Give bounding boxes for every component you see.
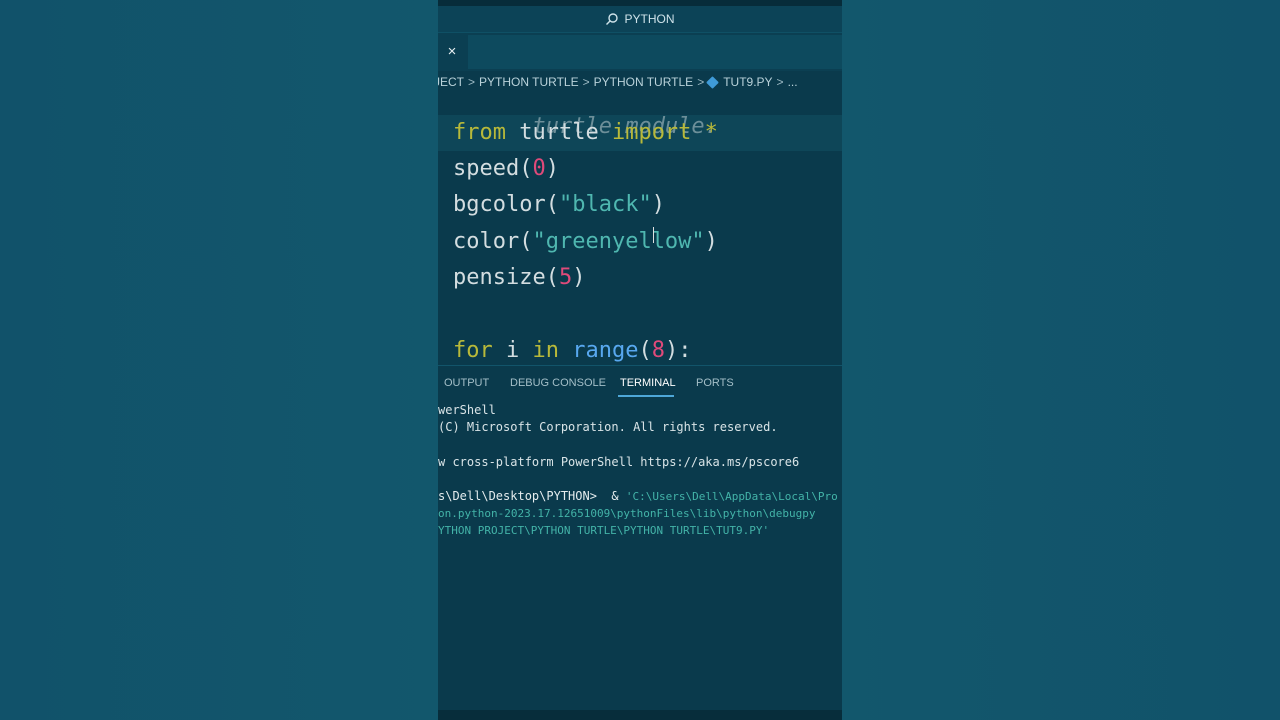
title-bar: PYTHON [438,6,842,33]
close-icon[interactable]: × [444,43,460,61]
terminal-command-continuation: YTHON PROJECT\PYTHON TURTLE\PYTHON TURTL… [438,524,770,537]
chevron-right-icon: > [582,75,590,89]
bottom-strip [438,710,842,720]
terminal-command-continuation: on.python-2023.17.12651009\pythonFiles\l… [438,507,816,520]
code-line-color: color("greenyellow") [453,229,718,254]
vscode-window: PYTHON × JECT > PYTHON TURTLE > PYTHON T… [438,0,842,720]
command-center-label: PYTHON [624,12,675,26]
tab-terminal[interactable]: TERMINAL [620,377,676,389]
code-editor[interactable]: turtle module. from turtle import * spee… [438,93,842,365]
code-line-pensize: pensize(5) [453,265,586,290]
breadcrumb-item-folder[interactable]: PYTHON TURTLE [479,75,579,89]
video-background-right [842,0,1280,720]
terminal-output[interactable]: werShell (C) Microsoft Corporation. All … [438,400,842,710]
tab-ports[interactable]: PORTS [696,377,734,389]
code-line-for: for i in range(8): [453,338,692,363]
code-line-comment: turtle module. [532,114,718,139]
tab-output[interactable]: OUTPUT [444,377,489,389]
code-line-import: from turtle import * [453,120,718,145]
breadcrumb-item-project[interactable]: JECT [438,75,464,89]
python-file-icon [706,75,720,89]
code-line-speed: speed(0) [453,156,559,181]
breadcrumb-item-subfolder[interactable]: PYTHON TURTLE [594,75,694,89]
editor-tab-bar: × [438,33,842,71]
terminal-line: werShell [438,403,496,417]
command-center-search[interactable]: PYTHON [605,12,675,26]
active-tab-indicator [618,395,674,397]
chevron-right-icon: > [776,75,784,89]
terminal-command-line: s\Dell\Desktop\PYTHON> & 'C:\Users\Dell\… [438,489,838,503]
terminal-line: (C) Microsoft Corporation. All rights re… [438,420,778,434]
chevron-right-icon: > [468,75,476,89]
editor-tab[interactable] [468,35,842,69]
terminal-line: w cross-platform PowerShell https://aka.… [438,455,800,469]
breadcrumb: JECT > PYTHON TURTLE > PYTHON TURTLE > T… [438,71,842,93]
breadcrumb-item-file[interactable]: TUT9.PY [723,75,772,89]
video-background-left [0,0,438,720]
search-icon [606,13,619,25]
code-line-bgcolor: bgcolor("black") [453,192,665,217]
text-cursor [653,227,662,243]
terminal-command: 'C:\Users\Dell\AppData\Local\Pro [625,490,838,503]
panel-tab-bar: OUTPUT DEBUG CONSOLE TERMINAL PORTS [438,365,842,400]
tab-debug-console[interactable]: DEBUG CONSOLE [510,377,606,389]
chevron-right-icon: > [697,75,705,89]
breadcrumb-item-more[interactable]: ... [788,75,798,89]
terminal-prompt: s\Dell\Desktop\PYTHON> & [438,489,626,503]
